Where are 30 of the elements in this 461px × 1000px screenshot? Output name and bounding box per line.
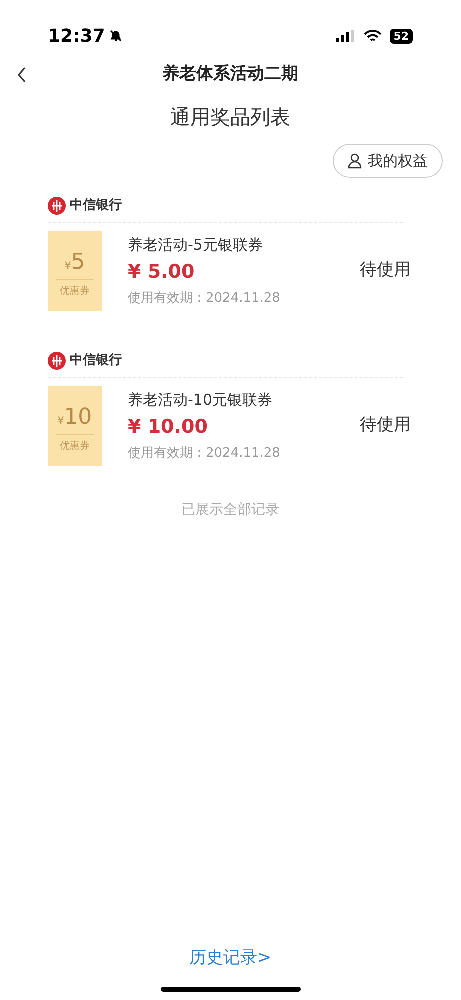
user-icon [348, 153, 364, 169]
bank-name: 中信银行 [70, 197, 122, 216]
battery-indicator: 52 [390, 28, 413, 44]
stub-amount: 5 [71, 249, 86, 277]
bank-logo-icon [48, 352, 66, 370]
my-benefits-button[interactable]: 我的权益 [333, 144, 443, 178]
coupon-price: ¥ 5.00 [128, 260, 196, 286]
bank-name: 中信银行 [70, 352, 122, 370]
stub-currency: ¥ [58, 415, 64, 429]
validity-text: 使用有效期：2024.11.28 [128, 290, 282, 308]
bell-muted-icon [109, 29, 124, 43]
coupon-status: 待使用 [360, 259, 411, 282]
stub-label: 优惠券 [60, 440, 90, 454]
stub-currency: ¥ [64, 260, 72, 274]
coupon-name: 养老活动-10元银联券 [128, 390, 274, 411]
coupon-name: 养老活动-5元银联券 [128, 234, 264, 256]
history-link[interactable]: 历史记录> [189, 946, 272, 971]
bank-logo-icon [48, 197, 66, 215]
end-note: 已展示全部记录 [182, 501, 280, 520]
coupon-price: ¥ 10.00 [128, 415, 209, 440]
back-icon[interactable] [17, 67, 27, 83]
page-title: 养老体系活动二期 [162, 63, 298, 86]
stub-label: 优惠券 [60, 284, 90, 299]
wifi-icon [364, 30, 382, 42]
coupon-status: 待使用 [360, 414, 411, 438]
validity-text: 使用有效期：2024.11.28 [128, 444, 282, 463]
section-title: 通用奖品列表 [170, 104, 290, 131]
stub-amount: 10 [64, 404, 92, 432]
status-time: 12:37 [48, 24, 106, 48]
signal-icon [336, 30, 356, 42]
